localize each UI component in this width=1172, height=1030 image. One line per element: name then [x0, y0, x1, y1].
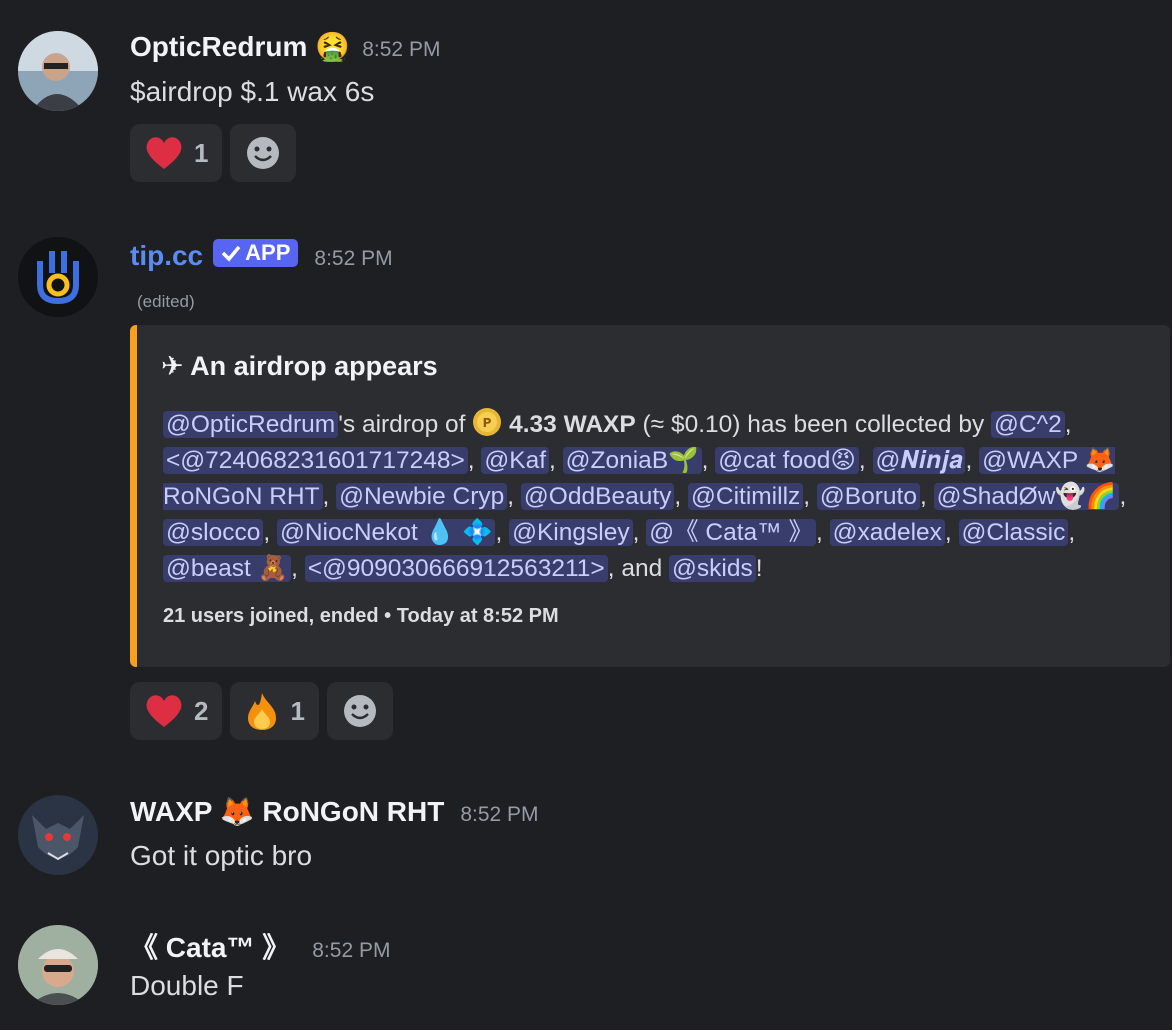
- timestamp: 8:52 PM: [362, 38, 441, 61]
- mention-last[interactable]: @skids: [669, 555, 756, 582]
- add-reaction-button[interactable]: [326, 682, 393, 740]
- reaction-count: 1: [194, 137, 209, 168]
- mention-separator: ,: [674, 483, 689, 510]
- mention[interactable]: @Kaf: [481, 447, 550, 474]
- reaction-heart[interactable]: 2: [130, 682, 223, 740]
- message-text: Double F: [130, 970, 244, 1001]
- embed-title: ✈ An airdrop appears: [161, 351, 438, 381]
- username-tipcc[interactable]: tip.cc: [130, 240, 203, 272]
- embed-text: and: [621, 555, 663, 582]
- mention[interactable]: @slocco: [163, 519, 264, 546]
- mention[interactable]: @𝑵𝒊𝒏𝒋𝒂: [872, 447, 966, 474]
- mention-separator: ,: [291, 555, 305, 582]
- heart-icon: [146, 137, 182, 169]
- mention-separator: ,: [944, 519, 959, 546]
- fire-icon: [248, 693, 277, 730]
- mention-separator: ,: [858, 447, 873, 474]
- airdrop-embed: ✈ An airdrop appears @OpticRedrum's aird…: [130, 325, 1170, 667]
- mention-separator: ,: [1119, 483, 1127, 510]
- checkmark-icon: [221, 245, 241, 262]
- mention-separator: ,: [467, 447, 482, 474]
- reaction-count: 2: [194, 695, 209, 726]
- mention-separator: ,: [701, 447, 716, 474]
- mention-separator: ,: [919, 483, 934, 510]
- reactions: 1: [130, 124, 297, 182]
- embed-text: !: [755, 555, 763, 582]
- username[interactable]: 《 Cata™ 》: [130, 926, 290, 966]
- reaction-count: 1: [290, 695, 305, 726]
- message-text: Got it optic bro: [130, 840, 313, 871]
- user-status-emoji: 🤮: [315, 30, 351, 63]
- mention-separator: ,: [1068, 519, 1076, 546]
- waxp-coin-icon: P: [473, 408, 502, 436]
- mention[interactable]: @Boruto: [816, 483, 920, 510]
- smiley-icon: [247, 137, 280, 169]
- add-reaction-button[interactable]: [230, 124, 297, 182]
- mention[interactable]: <@909030666912563211>: [304, 555, 608, 582]
- timestamp: 8:52 PM: [460, 803, 539, 826]
- embed-text: (≈ $0.10) has been collected by: [642, 411, 985, 438]
- reactions: 2 1: [130, 682, 393, 740]
- mention[interactable]: <@724068231601717248>: [163, 447, 468, 474]
- smiley-icon: [343, 695, 376, 727]
- mention[interactable]: @NiocNekot 💧 💠: [276, 519, 496, 546]
- mention-separator: ,: [549, 447, 563, 474]
- app-badge: APP: [213, 239, 299, 267]
- embed-text: 's airdrop of: [338, 411, 466, 438]
- mention-separator: ,: [632, 519, 647, 546]
- mention[interactable]: @Kingsley: [509, 519, 633, 546]
- mention-separator: ,: [815, 519, 830, 546]
- timestamp: 8:52 PM: [314, 247, 393, 270]
- airdrop-amount: 4.33 WAXP: [509, 411, 636, 438]
- mention[interactable]: @ShadØw👻🌈: [933, 483, 1120, 510]
- username[interactable]: OpticRedrum: [130, 31, 307, 63]
- mention-separator: ,: [607, 555, 622, 582]
- mention[interactable]: @Newbie Cryp: [336, 483, 508, 510]
- heart-icon: [146, 695, 182, 727]
- edited-label: (edited): [137, 292, 195, 311]
- mention[interactable]: @cat food😡: [715, 447, 859, 474]
- mention-separator: ,: [803, 483, 817, 510]
- svg-text:P: P: [483, 416, 492, 430]
- app-badge-label: APP: [245, 240, 291, 265]
- avatar-tipcc[interactable]: [18, 237, 98, 317]
- mention-separator: ,: [965, 447, 980, 474]
- mention[interactable]: @C^2: [991, 411, 1065, 438]
- mention[interactable]: @xadelex: [829, 519, 945, 546]
- embed-footer: 21 users joined, ended • Today at 8:52 P…: [163, 605, 559, 627]
- username[interactable]: WAXP 🦊 RoNGoN RHT: [130, 795, 444, 828]
- mention-separator: ,: [322, 483, 337, 510]
- message-text: $airdrop $.1 wax 6s: [130, 76, 375, 107]
- mention[interactable]: @《 Cata™ 》: [646, 519, 816, 546]
- mention-author[interactable]: @OpticRedrum: [163, 411, 339, 438]
- avatar-waxp[interactable]: [18, 795, 98, 875]
- mention-separator: ,: [495, 519, 510, 546]
- embed-body: @OpticRedrum's airdrop of P 4.33 WAXP (≈…: [163, 407, 1163, 587]
- mention[interactable]: @beast 🧸: [163, 555, 292, 582]
- mention[interactable]: @OddBeauty: [520, 483, 675, 510]
- reaction-heart[interactable]: 1: [130, 124, 223, 182]
- mention[interactable]: @Citimillz: [688, 483, 804, 510]
- mention-separator: ,: [507, 483, 521, 510]
- timestamp: 8:52 PM: [312, 939, 391, 962]
- mention-separator: ,: [1064, 411, 1072, 438]
- avatar-cata[interactable]: [18, 925, 98, 1005]
- mention[interactable]: @Classic: [958, 519, 1069, 546]
- reaction-fire[interactable]: 1: [230, 682, 319, 740]
- mention-separator: ,: [263, 519, 277, 546]
- mention[interactable]: @ZoniaB🌱: [562, 447, 702, 474]
- avatar-opticredrum[interactable]: [18, 31, 98, 111]
